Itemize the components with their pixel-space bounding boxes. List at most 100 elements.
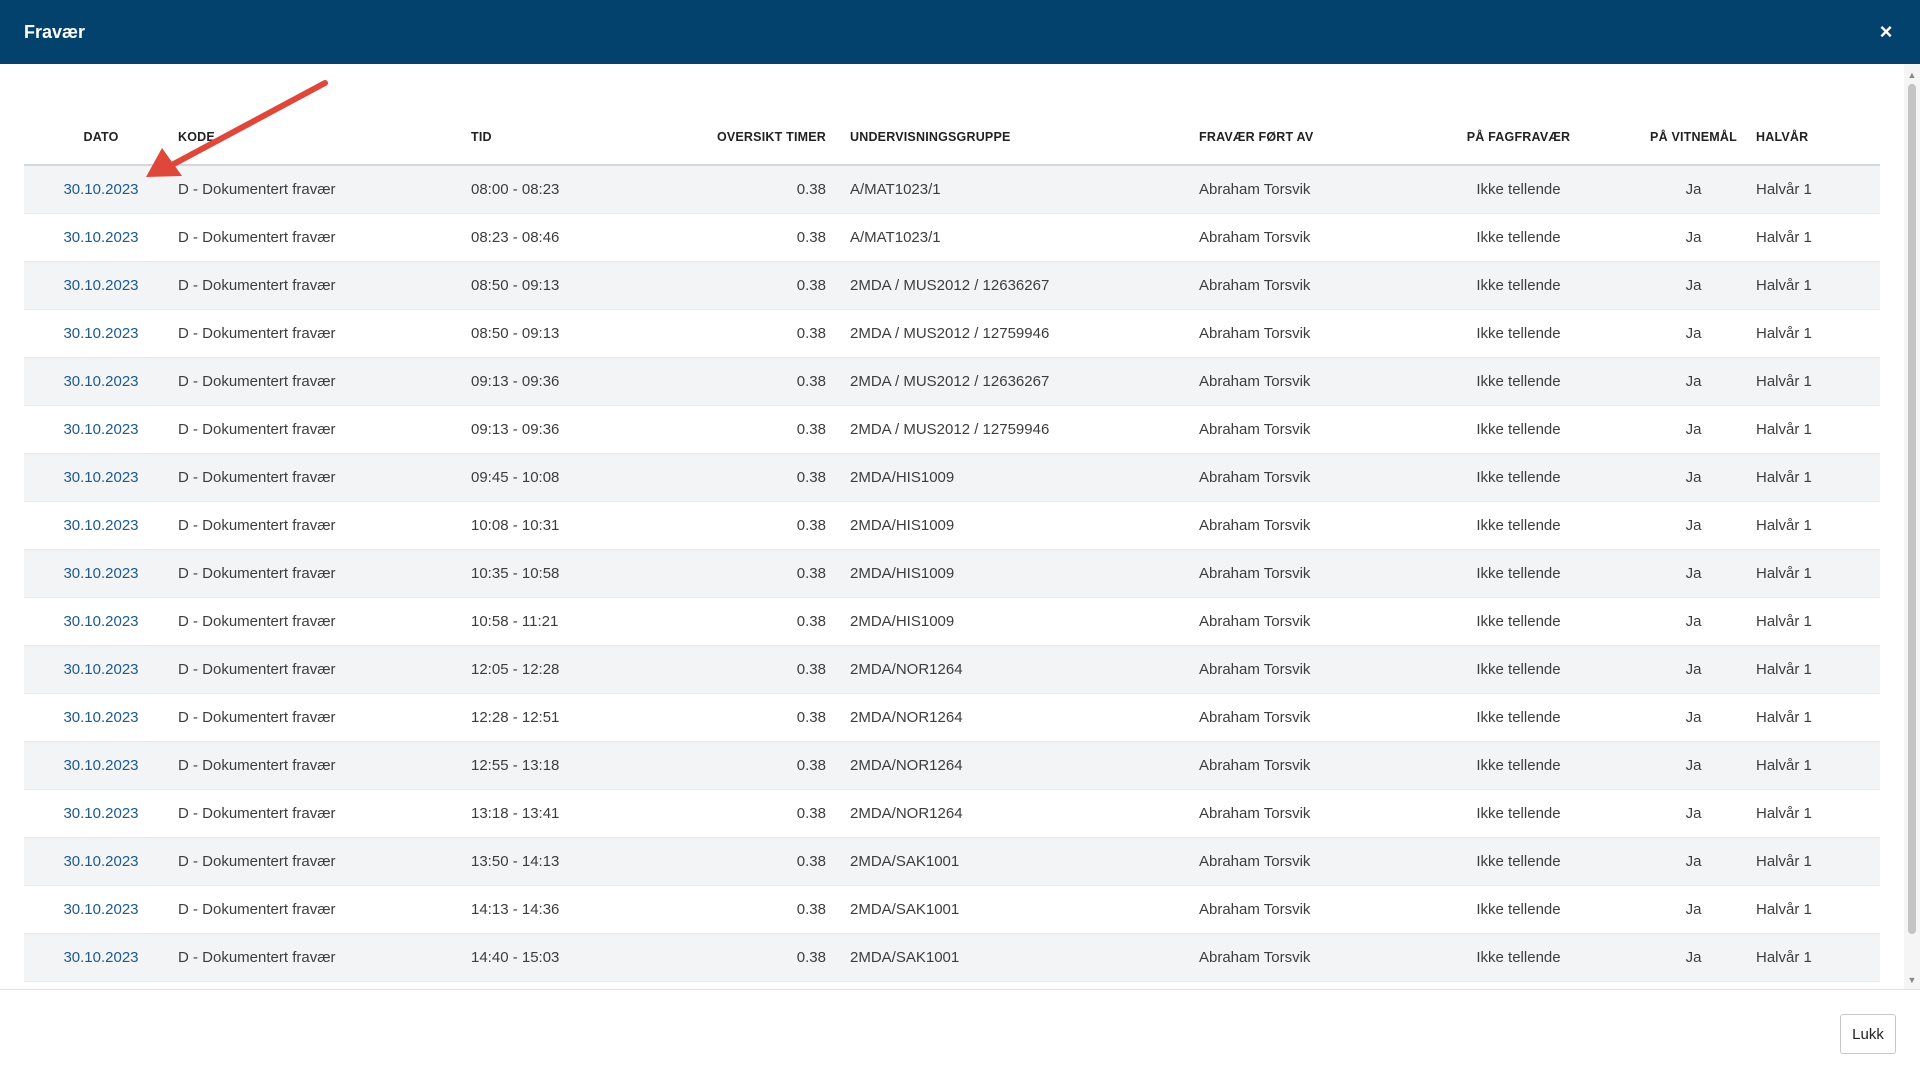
cell-date: 30.10.2023	[24, 741, 178, 790]
date-link[interactable]: 30.10.2023	[63, 373, 138, 390]
cell-semester: Halvår 1	[1756, 549, 1880, 598]
cell-time: 10:58 - 11:21	[471, 597, 676, 646]
cell-registered-by: Abraham Torsvik	[1199, 309, 1406, 358]
cell-semester: Halvår 1	[1756, 357, 1880, 406]
column-header-hours: OVERSIKT TIMER	[676, 64, 850, 166]
cell-code: D - Dokumentert fravær	[178, 645, 471, 694]
table-row: 30.10.2023 D - Dokumentert fravær 12:05 - …	[24, 645, 1880, 694]
date-link[interactable]: 30.10.2023	[63, 901, 138, 918]
date-link[interactable]: 30.10.2023	[63, 709, 138, 726]
cell-registered-by: Abraham Torsvik	[1199, 693, 1406, 742]
cell-date: 30.10.2023	[24, 597, 178, 646]
cell-hours: 0.38	[676, 501, 850, 550]
cell-semester: Halvår 1	[1756, 645, 1880, 694]
absence-table-container[interactable]: DATO KODE TID OVERSIKT TIMER UNDERVISNINGSGR…	[0, 64, 1920, 989]
table-row: 30.10.2023 D - Dokumentert fravær 13:18 - …	[24, 789, 1880, 838]
scroll-up-arrow-icon[interactable]: ▲	[1904, 68, 1920, 82]
cell-diploma: Ja	[1631, 357, 1756, 406]
cell-group: 2MDA/SAK1001	[850, 981, 1199, 989]
cell-hours: 0.38	[676, 885, 850, 934]
cell-diploma: Ja	[1631, 837, 1756, 886]
cell-date: 30.10.2023	[24, 357, 178, 406]
cell-registered-by: Abraham Torsvik	[1199, 165, 1406, 214]
date-link[interactable]: 30.10.2023	[63, 949, 138, 966]
cell-registered-by: Abraham Torsvik	[1199, 261, 1406, 310]
cell-code: D - Dokumentert fravær	[178, 885, 471, 934]
date-link[interactable]: 30.10.2023	[63, 229, 138, 246]
cell-registered-by: Abraham Torsvik	[1199, 741, 1406, 790]
dialog-footer: Lukk	[0, 989, 1920, 1080]
cell-semester: Halvår 1	[1756, 597, 1880, 646]
cell-semester: Halvår 1	[1756, 213, 1880, 262]
cell-group: 2MDA/NOR1264	[850, 645, 1199, 694]
cell-group: 2MDA/HIS1009	[850, 549, 1199, 598]
date-link[interactable]: 30.10.2023	[63, 853, 138, 870]
cell-time: 13:18 - 13:41	[471, 789, 676, 838]
date-link[interactable]: 30.10.2023	[63, 805, 138, 822]
scroll-thumb[interactable]	[1908, 84, 1916, 934]
date-link[interactable]: 30.10.2023	[63, 181, 138, 198]
close-button[interactable]: Lukk	[1840, 1014, 1896, 1054]
table-row: 30.10.2023 D - Dokumentert fravær 12:28 - …	[24, 693, 1880, 742]
date-link[interactable]: 30.10.2023	[63, 277, 138, 294]
cell-hours: 0.38	[676, 213, 850, 262]
cell-group: A/MAT1023/1	[850, 165, 1199, 214]
cell-diploma: Ja	[1631, 597, 1756, 646]
scroll-down-arrow-icon[interactable]: ▼	[1904, 973, 1920, 987]
absence-table: DATO KODE TID OVERSIKT TIMER UNDERVISNINGSGR…	[24, 64, 1880, 989]
date-link[interactable]: 30.10.2023	[63, 565, 138, 582]
cell-date: 30.10.2023	[24, 165, 178, 214]
cell-time: 15:03 - 15:26	[471, 981, 676, 989]
cell-subject-absence: Ikke tellende	[1406, 549, 1631, 598]
cell-date: 30.10.2023	[24, 405, 178, 454]
cell-subject-absence: Ikke tellende	[1406, 165, 1631, 214]
cell-time: 13:50 - 14:13	[471, 837, 676, 886]
cell-subject-absence: Ikke tellende	[1406, 261, 1631, 310]
cell-registered-by: Abraham Torsvik	[1199, 549, 1406, 598]
date-link[interactable]: 30.10.2023	[63, 469, 138, 486]
cell-semester: Halvår 1	[1756, 741, 1880, 790]
cell-date: 30.10.2023	[24, 261, 178, 310]
cell-registered-by: Abraham Torsvik	[1199, 837, 1406, 886]
cell-hours: 0.38	[676, 693, 850, 742]
date-link[interactable]: 30.10.2023	[63, 421, 138, 438]
column-header-code: KODE	[178, 64, 471, 166]
cell-date: 30.10.2023	[24, 933, 178, 982]
cell-diploma: Ja	[1631, 213, 1756, 262]
cell-code: D - Dokumentert fravær	[178, 501, 471, 550]
cell-hours: 0.38	[676, 405, 850, 454]
date-link[interactable]: 30.10.2023	[63, 517, 138, 534]
date-link[interactable]: 30.10.2023	[63, 613, 138, 630]
column-header-date: DATO	[24, 64, 178, 166]
cell-subject-absence: Ikke tellende	[1406, 789, 1631, 838]
cell-semester: Halvår 1	[1756, 405, 1880, 454]
cell-subject-absence: Ikke tellende	[1406, 501, 1631, 550]
cell-code: D - Dokumentert fravær	[178, 261, 471, 310]
date-link[interactable]: 30.10.2023	[63, 757, 138, 774]
cell-diploma: Ja	[1631, 933, 1756, 982]
cell-group: 2MDA/NOR1264	[850, 789, 1199, 838]
cell-subject-absence: Ikke tellende	[1406, 645, 1631, 694]
date-link[interactable]: 30.10.2023	[63, 661, 138, 678]
cell-group: 2MDA / MUS2012 / 12636267	[850, 261, 1199, 310]
cell-group: 2MDA/HIS1009	[850, 501, 1199, 550]
cell-hours: 0.38	[676, 309, 850, 358]
vertical-scrollbar[interactable]: ▲ ▼	[1904, 64, 1920, 989]
date-link[interactable]: 30.10.2023	[63, 325, 138, 342]
cell-code: D - Dokumentert fravær	[178, 405, 471, 454]
cell-diploma: Ja	[1631, 453, 1756, 502]
table-row: 30.10.2023 D - Dokumentert fravær 09:13 - …	[24, 405, 1880, 454]
cell-semester: Halvår 1	[1756, 501, 1880, 550]
cell-group: 2MDA/SAK1001	[850, 885, 1199, 934]
close-icon[interactable]: ×	[1872, 18, 1900, 46]
cell-hours: 0.38	[676, 645, 850, 694]
cell-code: D - Dokumentert fravær	[178, 837, 471, 886]
cell-code: D - Dokumentert fravær	[178, 309, 471, 358]
cell-code: D - Dokumentert fravær	[178, 981, 471, 989]
cell-date: 30.10.2023	[24, 885, 178, 934]
cell-hours: 0.38	[676, 837, 850, 886]
cell-time: 12:55 - 13:18	[471, 741, 676, 790]
cell-diploma: Ja	[1631, 549, 1756, 598]
cell-code: D - Dokumentert fravær	[178, 165, 471, 214]
cell-time: 14:40 - 15:03	[471, 933, 676, 982]
